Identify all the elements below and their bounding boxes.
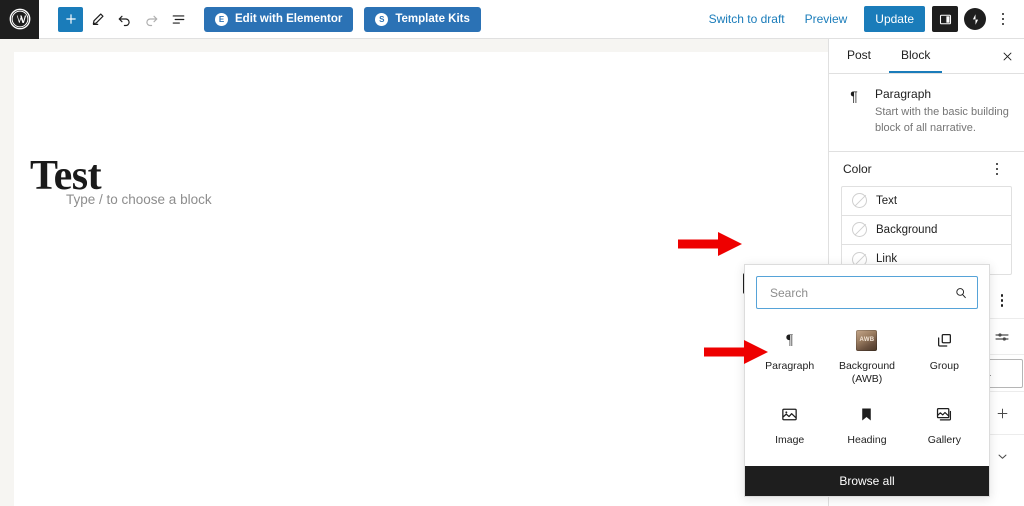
plus-icon [997,408,1007,418]
template-kits-badge-icon: S [375,12,389,26]
editor-top-toolbar: E Edit with Elementor S Template Kits Sw… [0,0,1024,39]
paragraph-pilcrow-icon: ¶ [850,88,858,104]
color-row-label: Background [876,223,938,236]
group-blocks-icon [935,329,954,351]
color-row-background[interactable]: Background [842,216,1011,245]
inserter-item-label: Gallery [927,434,961,446]
image-icon [780,403,799,425]
kebab-menu-icon [989,288,1015,314]
selected-block-description: Start with the basic building block of a… [875,106,1009,134]
inserter-search-field[interactable] [756,276,978,309]
kebab-dot [1000,294,1004,297]
color-section-title: Color [843,161,872,176]
selected-block-card: ¶ Paragraph Start with the basic buildin… [829,74,1024,152]
awb-thumbnail-icon: AWB [856,329,878,351]
kebab-dot [995,162,999,166]
inserter-item-background-awb[interactable]: AWB Background (AWB) [828,318,905,392]
inserter-item-label: Group [929,360,959,372]
editor-options-button[interactable] [990,6,1016,32]
pen-icon [92,12,104,25]
update-button[interactable]: Update [864,6,925,32]
kebab-dot [1001,22,1005,26]
kebab-dot [1000,304,1004,307]
toolbar-left-tools [39,6,191,32]
sliders-icon [995,332,1009,341]
toolbar-right-actions: Switch to draft Preview Update [699,6,1024,33]
kebab-dot [1000,299,1004,302]
search-input[interactable] [768,284,954,301]
sidebar-tabs: Post Block [829,39,1024,74]
inserter-item-label: Image [775,434,805,446]
chevron-down-icon [998,454,1006,459]
jetpack-icon [972,13,978,25]
paragraph-pilcrow-icon: ¶ [786,331,794,348]
plus-icon [65,14,76,24]
editor-canvas-area: Test Type / to choose a block [0,39,828,506]
color-row-label: Text [876,194,898,207]
no-color-swatch-icon [852,193,867,209]
color-options-list: Text Background Link [841,185,1012,275]
redo-arrow-icon [146,15,158,26]
inserter-search-wrap [745,265,989,318]
redo-button[interactable] [139,7,164,32]
kebab-dot [995,172,999,176]
wordpress-logo-icon [9,8,30,30]
elementor-badge-icon: E [215,12,228,26]
template-kits-button[interactable]: S Template Kits [364,6,481,32]
no-color-swatch-icon [852,222,867,238]
inserter-item-label: Heading [847,434,887,446]
kebab-dot [1001,12,1005,16]
close-sidebar-button[interactable] [990,39,1024,73]
inserter-item-paragraph[interactable]: ¶ Paragraph [751,318,828,392]
jetpack-button[interactable] [964,8,986,30]
inserter-block-grid: ¶ Paragraph AWB Background (AWB) Group I… [745,318,989,466]
kebab-dot [995,167,999,171]
undo-button[interactable] [112,7,137,32]
add-block-button[interactable] [58,6,83,32]
inserter-item-label: Background (AWB) [838,360,896,386]
selected-block-title: Paragraph [875,87,932,101]
inserter-item-label: Paragraph [765,360,815,372]
tools-pen-button[interactable] [85,7,110,32]
template-kits-label: Template Kits [395,13,470,25]
heading-bookmark-icon [857,403,876,425]
gallery-icon [935,403,954,425]
search-icon [956,287,966,298]
block-inserter-popover: ¶ Paragraph AWB Background (AWB) Group [744,264,990,497]
wordpress-block-editor: E Edit with Elementor S Template Kits Sw… [0,0,1024,506]
inserter-item-gallery[interactable]: Gallery [906,392,983,466]
undo-arrow-icon [118,15,130,26]
color-options-button[interactable] [984,156,1010,182]
sidebar-toggle-icon [939,14,951,24]
edit-with-elementor-button[interactable]: E Edit with Elementor [204,6,354,32]
editor-page-surface[interactable]: Test Type / to choose a block [14,52,828,506]
awb-thumbnail-label: AWB [856,329,878,351]
kebab-dot [1001,17,1005,21]
settings-sidebar-toggle-button[interactable] [932,6,958,32]
list-view-button[interactable] [166,7,191,32]
preview-button[interactable]: Preview [795,6,858,33]
close-icon [1003,52,1011,60]
browse-all-button[interactable]: Browse all [745,466,989,496]
tab-block[interactable]: Block [889,39,943,73]
color-row-text[interactable]: Text [842,187,1011,216]
color-section-header: Color [829,152,1024,186]
inserter-item-image[interactable]: Image [751,392,828,466]
inserter-item-heading[interactable]: Heading [828,392,905,466]
list-view-icon [172,14,185,24]
inserter-item-group[interactable]: Group [906,318,983,392]
tab-post[interactable]: Post [835,39,883,73]
wordpress-logo-button[interactable] [0,0,39,39]
edit-with-elementor-label: Edit with Elementor [235,13,343,25]
paragraph-block-placeholder[interactable]: Type / to choose a block [66,192,212,207]
switch-to-draft-button[interactable]: Switch to draft [699,6,795,33]
